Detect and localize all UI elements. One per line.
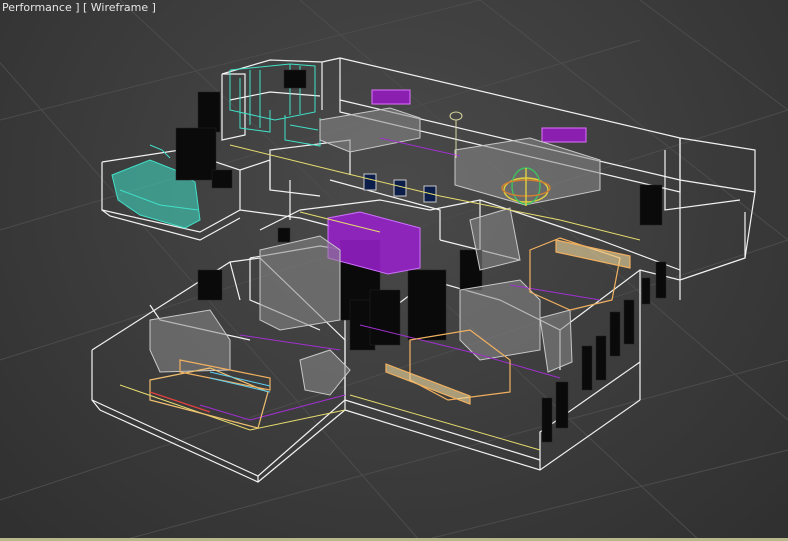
viewport-label[interactable]: Performance ] [ Wireframe ] (0, 0, 158, 15)
windows (363, 173, 437, 203)
viewport-mode-menu[interactable]: [ Wireframe ] (83, 1, 156, 14)
viewport-shading-menu[interactable]: Performance ] (2, 1, 80, 14)
cyan-kitchen-walls[interactable] (229, 63, 321, 147)
wireframe-scene[interactable] (0, 0, 788, 541)
3d-viewport[interactable]: Performance ] [ Wireframe ] (0, 0, 788, 541)
